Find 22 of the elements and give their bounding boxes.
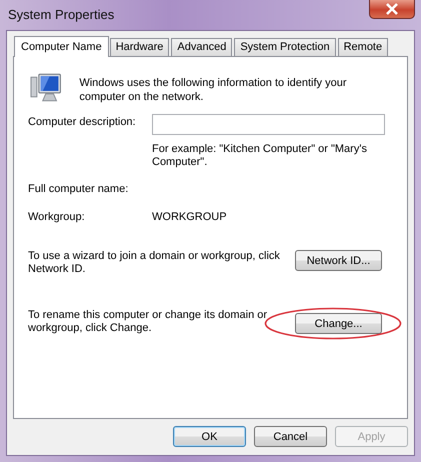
computer-icon xyxy=(30,73,64,103)
field-label: Full computer name: xyxy=(28,182,130,197)
tab[interactable]: Remote xyxy=(338,38,388,56)
dialog-button[interactable]: OK xyxy=(173,426,246,447)
action-button[interactable]: Change... xyxy=(295,313,382,334)
close-button[interactable] xyxy=(369,0,415,19)
tab[interactable]: System Protection xyxy=(234,38,336,56)
field-value: WORKGROUP xyxy=(152,210,228,225)
tab[interactable]: Computer Name xyxy=(14,36,109,57)
dialog-button[interactable]: Cancel xyxy=(254,426,327,447)
field-label: Workgroup: xyxy=(28,210,86,225)
tab[interactable]: Hardware xyxy=(110,38,170,56)
description-field[interactable] xyxy=(152,114,385,135)
close-icon xyxy=(385,3,399,15)
instruction-text: To rename this computer or change its domain or workgroup, click Change. xyxy=(28,309,268,335)
hint-text: For example: "Kitchen Computer" or "Mary's Computer". xyxy=(152,143,368,169)
field-label: Computer description: xyxy=(28,115,137,130)
action-button[interactable]: Network ID... xyxy=(295,250,382,271)
window-title: System Properties xyxy=(8,7,114,22)
tab[interactable]: Advanced xyxy=(171,38,232,56)
instruction-text: To use a wizard to join a domain or workgroup, click Network ID. xyxy=(28,250,281,276)
info-text: Windows uses the following information to identify your computer on the network. xyxy=(79,76,348,104)
